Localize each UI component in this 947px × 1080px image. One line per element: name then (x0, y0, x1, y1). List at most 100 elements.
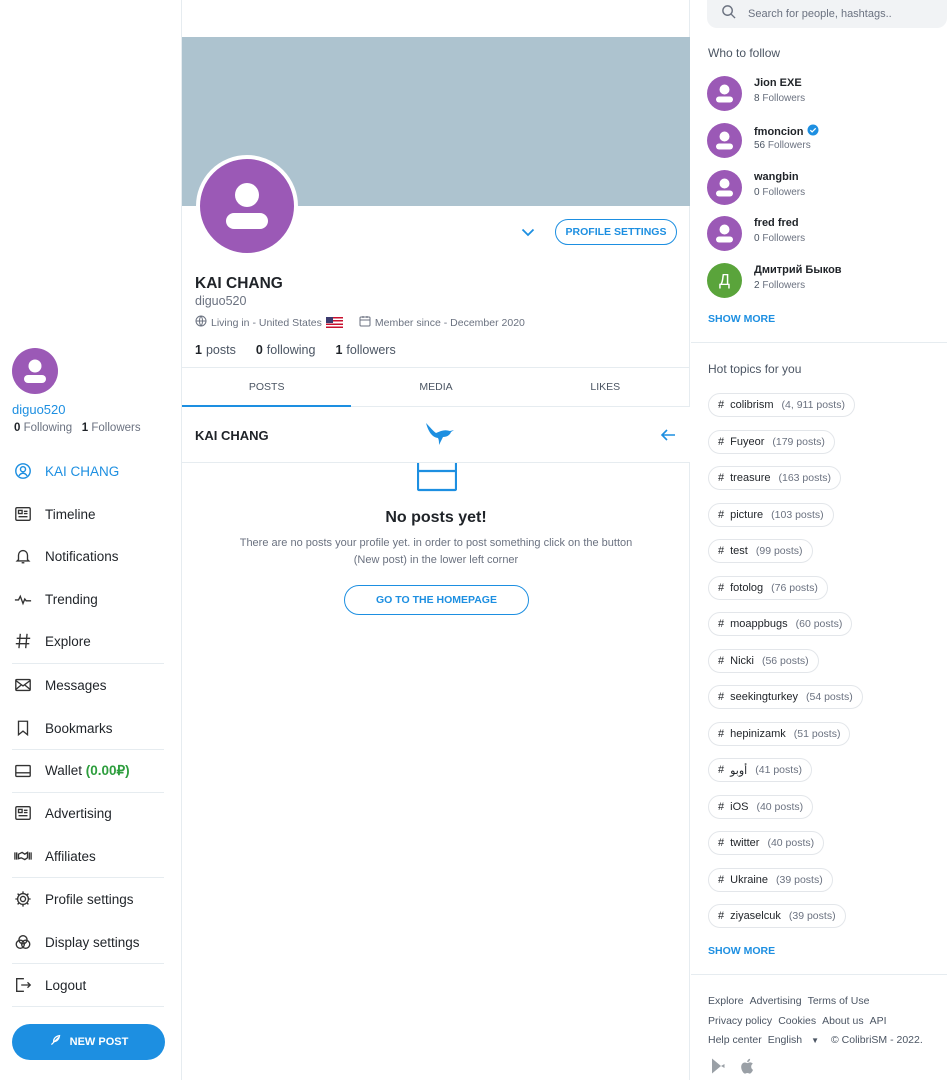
topic-post-count: (39 posts) (776, 873, 823, 886)
nav-item-explore[interactable]: Explore (0, 620, 170, 662)
copyright: © ColibriSM - 2022. (831, 1034, 923, 1046)
back-arrow-icon[interactable] (659, 426, 677, 444)
follow-followers: 0 Followers (754, 187, 805, 198)
footer-link[interactable]: Cookies (778, 1015, 816, 1027)
followers-count: 8 (754, 93, 760, 104)
following-label[interactable]: Following (24, 422, 73, 434)
follow-name: wangbin (754, 171, 799, 183)
hot-topic-tag[interactable]: # colibrism (4, 911 posts) (708, 393, 855, 417)
hot-topic-tag[interactable]: # Nicki (56 posts) (708, 648, 819, 673)
footer-link[interactable]: Privacy policy (708, 1015, 772, 1027)
footer-link[interactable]: About us (822, 1015, 863, 1027)
bookmark-icon (0, 719, 45, 737)
follow-suggestion[interactable]: Jion EXE 8 Followers (707, 76, 937, 114)
hot-topic-tag[interactable]: # ziyaselcuk (39 posts) (708, 904, 846, 928)
nav-item-wallet[interactable]: Wallet (0.00₽) (0, 750, 170, 792)
search-bar (707, 0, 947, 28)
profile-tabs: POSTS MEDIA LIKES (182, 367, 690, 407)
followers-stat[interactable]: 1 followers (335, 343, 395, 357)
footer-link[interactable]: Help center (708, 1034, 762, 1046)
hot-topic-tag[interactable]: # Ukraine (39 posts) (708, 867, 833, 892)
hot-topic-tag[interactable]: # hepinizamk (51 posts) (708, 721, 851, 746)
profile-settings-button[interactable]: PROFILE SETTINGS (555, 219, 677, 245)
hot-topic-tag[interactable]: # fotolog (76 posts) (708, 575, 828, 600)
hashtag-icon: # (718, 472, 725, 484)
avatar[interactable] (12, 348, 58, 394)
hot-topic-tag[interactable]: # iOS (40 posts) (708, 794, 814, 819)
hashtag-icon: # (718, 727, 725, 740)
user-circle-icon (0, 462, 45, 480)
follow-suggestion[interactable]: wangbin 0 Followers (707, 170, 937, 208)
hot-topic-tag[interactable]: # Fuyeor (179 posts) (708, 429, 835, 454)
nav-item-trending[interactable]: Trending (0, 578, 170, 620)
apple-icon[interactable] (739, 1057, 757, 1080)
follow-suggestion[interactable]: fred fred 0 Followers (707, 216, 937, 254)
tab-media[interactable]: MEDIA (351, 368, 520, 406)
show-more-users-link[interactable]: SHOW MORE (708, 313, 775, 325)
nav-item-display-settings[interactable]: Display settings (0, 921, 170, 963)
hot-topic-tag[interactable]: # test (99 posts) (708, 539, 813, 563)
followers-label[interactable]: Followers (91, 422, 140, 434)
hot-topic-tag[interactable]: # أوبو (41 posts) (708, 758, 812, 782)
search-input[interactable] (748, 8, 918, 20)
follow-followers: 2 Followers (754, 280, 805, 291)
topic-name: seekingturkey (730, 691, 798, 703)
verified-badge-icon (807, 124, 819, 139)
posts-label: posts (205, 343, 236, 357)
show-more-topics-link[interactable]: SHOW MORE (708, 945, 775, 957)
google-play-icon[interactable] (709, 1057, 727, 1080)
footer-link[interactable]: Advertising (750, 995, 802, 1007)
nav-label: Logout (45, 977, 87, 993)
nav-item-profile-settings[interactable]: Profile settings (0, 878, 170, 920)
hot-topic-tag[interactable]: # twitter (40 posts) (708, 831, 825, 855)
hot-topic-tag[interactable]: # treasure (163 posts) (708, 466, 842, 490)
envelope-icon (0, 676, 45, 694)
language-selector[interactable]: English ▼ (768, 1034, 825, 1046)
followers-count: 1 (335, 343, 343, 357)
following-label: following (266, 343, 316, 357)
following-count: 0 (255, 343, 263, 357)
footer-link[interactable]: Explore (708, 995, 744, 1007)
nav-item-affiliates[interactable]: Affiliates (0, 835, 170, 877)
hot-topic-tag[interactable]: # picture (103 posts) (708, 502, 834, 527)
tab-posts[interactable]: POSTS (182, 368, 352, 407)
topic-post-count: (60 posts) (795, 618, 843, 630)
footer-link[interactable]: Terms of Use (808, 995, 870, 1007)
hummingbird-logo-icon[interactable] (423, 420, 455, 448)
hashtag-icon: # (718, 508, 725, 521)
profile-stats: 1 posts 0 following 1 followers (195, 343, 396, 357)
topic-name: picture (730, 508, 764, 521)
nav-item-profile[interactable]: KAI CHANG (0, 450, 170, 492)
posts-stat[interactable]: 1 posts (195, 343, 236, 357)
profile-main: PROFILE SETTINGS KAI CHANG diguo520 Livi… (182, 0, 690, 1080)
hashtag-icon: # (718, 435, 725, 448)
topic-name: colibrism (730, 399, 774, 411)
follow-suggestion[interactable]: fmoncion 56 Followers (707, 123, 937, 161)
nav-item-messages[interactable]: Messages (0, 664, 170, 706)
profile-avatar[interactable] (196, 155, 298, 257)
wallet-label: Wallet (45, 763, 83, 778)
nav-label: Notifications (45, 548, 119, 564)
new-post-button[interactable]: NEW POST (12, 1024, 165, 1060)
footer-link[interactable]: API (870, 1015, 887, 1027)
tab-likes[interactable]: LIKES (521, 368, 690, 406)
nav-item-advertising[interactable]: Advertising (0, 792, 170, 834)
hot-topic-tag[interactable]: # seekingturkey (54 posts) (708, 685, 863, 709)
followers-label: Followers (767, 140, 811, 151)
hashtag-icon: # (718, 545, 725, 557)
palette-icon (0, 933, 45, 951)
nav-item-logout[interactable]: Logout (0, 964, 170, 1006)
timeline-icon (0, 505, 45, 523)
nav-item-timeline[interactable]: Timeline (0, 493, 170, 535)
nav-item-notifications[interactable]: Notifications (0, 535, 170, 577)
nav-item-bookmarks[interactable]: Bookmarks (0, 707, 170, 749)
user-name: wangbin (754, 171, 799, 183)
following-stat[interactable]: 0 following (256, 343, 316, 357)
current-username[interactable]: diguo520 (12, 402, 66, 417)
chevron-down-icon[interactable] (518, 222, 538, 242)
go-to-homepage-button[interactable]: GO TO THE HOMEPAGE (344, 585, 529, 615)
nav-label: Advertising (45, 805, 112, 821)
hot-topic-tag[interactable]: # moappbugs (60 posts) (708, 612, 853, 636)
follow-suggestion[interactable]: Д Дмитрий Быков 2 Followers (707, 263, 937, 301)
search-icon (721, 4, 736, 24)
